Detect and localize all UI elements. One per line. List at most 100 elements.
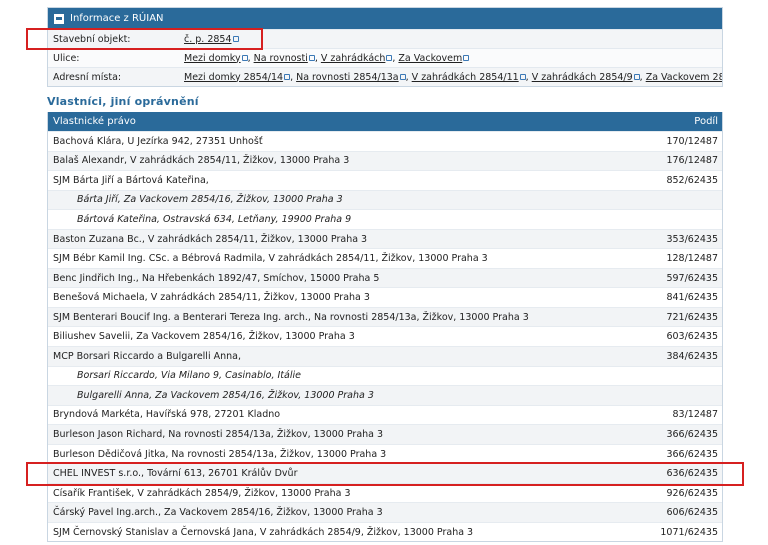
owner-row: Biliushev Savelii, Za Vackovem 2854/16, … (48, 326, 722, 346)
external-link-icon (386, 54, 393, 61)
adresni-mista-row: Adresní místa: Mezi domky 2854/14, Na rov… (48, 67, 722, 86)
stavebni-objekt-label: Stavební objekt: (53, 33, 131, 45)
owners-section-title: Vlastníci, jiní oprávnění (47, 95, 199, 108)
owner-row: Čárský Pavel Ing.arch., Za Vackovem 2854… (48, 502, 722, 522)
owner-row: Bachová Klára, U Jezírka 942, 27351 Unho… (48, 131, 722, 151)
owner-name: Bryndová Markéta, Havířská 978, 27201 Kl… (53, 409, 281, 421)
ulice-link[interactable]: Na rovnosti (254, 53, 308, 64)
ulice-link[interactable]: Mezi domky (184, 53, 241, 64)
owner-row: Bulgarelli Anna, Za Vackovem 2854/16, Ži… (48, 385, 722, 405)
adresni-misto-link[interactable]: V zahrádkách 2854/9 (532, 72, 633, 83)
owner-row: Bártová Kateřina, Ostravská 634, Letňany… (48, 209, 722, 229)
owner-name: Balaš Alexandr, V zahrádkách 2854/11, Ži… (53, 155, 350, 167)
owner-share: 721/62435 (666, 311, 718, 323)
owner-name: Bachová Klára, U Jezírka 942, 27351 Unho… (53, 135, 263, 147)
ruian-title: Informace z RÚIAN (70, 13, 164, 24)
ruian-panel: Informace z RÚIAN Stavební objekt: č. p.… (47, 7, 723, 87)
owner-row: SJM Bébr Kamil Ing. CSc. a Bébrová Radmi… (48, 248, 722, 268)
owner-name: Benešová Michaela, V zahrádkách 2854/11,… (53, 292, 370, 304)
adresni-misto-link[interactable]: Mezi domky 2854/14 (184, 72, 283, 83)
owner-name: Benc Jindřich Ing., Na Hřebenkách 1892/4… (53, 272, 380, 284)
external-link-icon (399, 73, 406, 80)
owner-name: SJM Černovský Stanislav a Černovská Jana… (53, 526, 474, 538)
owner-name: Borsari Riccardo, Via Milano 9, Casinabl… (77, 370, 301, 382)
owner-row: Císařík František, V zahrádkách 2854/9, … (48, 482, 722, 503)
owner-share: 366/62435 (666, 448, 718, 460)
owner-share: 170/12487 (666, 135, 718, 147)
ulice-label: Ulice: (53, 52, 80, 64)
owner-name: Biliushev Savelii, Za Vackovem 2854/16, … (53, 331, 355, 343)
owners-table: Vlastnické právo Podíl Bachová Klára, U … (47, 112, 723, 543)
ulice-link[interactable]: V zahrádkách (321, 53, 386, 64)
owner-name: SJM Bárta Jiří a Bártová Kateřina, (53, 174, 209, 186)
owner-name: Čárský Pavel Ing.arch., Za Vackovem 2854… (53, 507, 383, 519)
owner-row: CHEL INVEST s.r.o., Tovární 613, 26701 K… (48, 463, 722, 483)
owner-share: 926/62435 (666, 487, 718, 499)
ruian-header[interactable]: Informace z RÚIAN (48, 8, 722, 29)
external-link-icon (308, 54, 315, 61)
owner-share: 176/12487 (666, 155, 718, 167)
owner-name: Bárta Jiří, Za Vackovem 2854/16, Žižkov,… (77, 194, 343, 206)
stavebni-objekt-row: Stavební objekt: č. p. 2854 (48, 29, 722, 48)
owner-row: SJM Bárta Jiří a Bártová Kateřina, 852/62… (48, 170, 722, 190)
separator: , (314, 52, 318, 64)
owner-share: 128/12487 (666, 253, 718, 265)
owner-name: Burleson Dědičová Jitka, Na rovnosti 285… (53, 448, 387, 460)
ulice-link[interactable]: Za Vackovem (398, 53, 462, 64)
adresni-misto-link[interactable]: Na rovnosti 2854/13a (296, 72, 399, 83)
owner-row: SJM Černovský Stanislav a Černovská Jana… (48, 521, 722, 542)
owner-name: SJM Benterari Boucif Ing. a Benterari Te… (53, 311, 529, 323)
owner-row: Baston Zuzana Bc., V zahrádkách 2854/11,… (48, 228, 722, 249)
external-link-icon (284, 73, 291, 80)
separator: , (247, 52, 251, 64)
owner-row: Burleson Dědičová Jitka, Na rovnosti 285… (48, 443, 722, 464)
adresni-misto-link[interactable]: Za Vackovem 2854/16 (646, 72, 722, 83)
separator: , (525, 71, 529, 83)
owner-name: Burleson Jason Richard, Na rovnosti 2854… (53, 428, 384, 440)
col-header-share: Podíl (694, 116, 718, 127)
collapse-icon[interactable] (54, 13, 64, 24)
owner-share: 353/62435 (666, 233, 718, 245)
col-header-name: Vlastnické právo (53, 116, 136, 127)
owner-name: SJM Bébr Kamil Ing. CSc. a Bébrová Radmi… (53, 253, 488, 265)
external-link-icon (232, 35, 239, 42)
owner-share: 1071/62435 (660, 526, 718, 538)
owner-row: Burleson Jason Richard, Na rovnosti 2854… (48, 424, 722, 444)
separator: , (392, 52, 396, 64)
owner-share: 606/62435 (666, 507, 718, 519)
owner-name: Bulgarelli Anna, Za Vackovem 2854/16, Ži… (77, 389, 374, 401)
owner-share: 597/62435 (666, 272, 718, 284)
ulice-row: Ulice: Mezi domky, Na rovnosti, V zahrádká… (48, 48, 722, 67)
owner-name: Císařík František, V zahrádkách 2854/9, … (53, 487, 351, 499)
owner-share: 841/62435 (666, 292, 718, 304)
separator: , (405, 71, 409, 83)
owner-share: 852/62435 (666, 174, 718, 186)
external-link-icon (519, 73, 526, 80)
owners-table-header: Vlastnické právo Podíl (48, 112, 722, 131)
owner-row: Bryndová Markéta, Havířská 978, 27201 Kl… (48, 404, 722, 425)
owner-name: MCP Borsari Riccardo a Bulgarelli Anna, (53, 350, 241, 362)
owner-name: CHEL INVEST s.r.o., Tovární 613, 26701 K… (53, 468, 298, 480)
owner-share: 603/62435 (666, 331, 718, 343)
owner-row: SJM Benterari Boucif Ing. a Benterari Te… (48, 306, 722, 327)
owner-name: Bártová Kateřina, Ostravská 634, Letňany… (77, 213, 352, 225)
adresni-misto-link[interactable]: V zahrádkách 2854/11 (412, 72, 519, 83)
external-link-icon (633, 73, 640, 80)
adresni-mista-label: Adresní místa: (53, 71, 122, 83)
owner-share: 366/62435 (666, 428, 718, 440)
owner-share: 636/62435 (666, 468, 718, 480)
owner-share: 384/62435 (666, 350, 718, 362)
stavebni-objekt-link[interactable]: č. p. 2854 (184, 34, 232, 45)
owner-row: Benešová Michaela, V zahrádkách 2854/11,… (48, 287, 722, 307)
separator: , (290, 71, 294, 83)
owner-row: Borsari Riccardo, Via Milano 9, Casinabl… (48, 365, 722, 386)
owner-row: MCP Borsari Riccardo a Bulgarelli Anna, 3… (48, 346, 722, 366)
external-link-icon (463, 54, 470, 61)
separator: , (639, 71, 643, 83)
owner-row: Balaš Alexandr, V zahrádkách 2854/11, Ži… (48, 150, 722, 171)
owner-row: Benc Jindřich Ing., Na Hřebenkách 1892/4… (48, 267, 722, 288)
owner-row: Bárta Jiří, Za Vackovem 2854/16, Žižkov,… (48, 189, 722, 210)
owner-name: Baston Zuzana Bc., V zahrádkách 2854/11,… (53, 233, 368, 245)
external-link-icon (241, 54, 248, 61)
owner-share: 83/12487 (672, 409, 718, 421)
